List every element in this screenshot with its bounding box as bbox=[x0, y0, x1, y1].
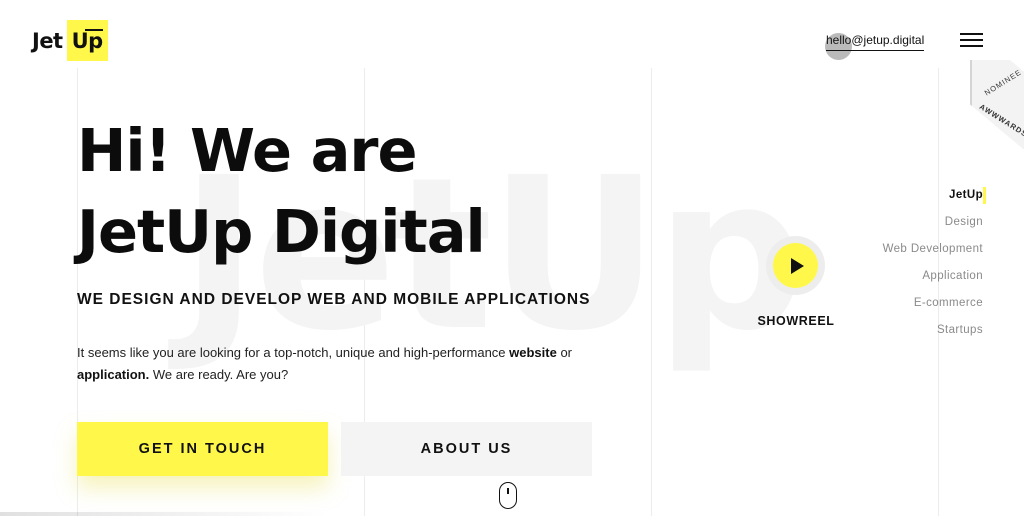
email-link[interactable]: hello@jetup.digital bbox=[826, 33, 925, 51]
about-us-button[interactable]: ABOUT US bbox=[341, 422, 592, 476]
intro-text-part: or bbox=[556, 345, 572, 360]
logo-text-jet: Jet bbox=[32, 28, 63, 53]
showreel-label[interactable]: SHOWREEL bbox=[756, 314, 836, 328]
side-nav-item-jetup[interactable]: JetUp bbox=[883, 186, 983, 213]
intro-bold-website: website bbox=[509, 345, 557, 360]
intro-bold-application: application. bbox=[77, 367, 150, 382]
side-nav-item-application[interactable]: Application bbox=[883, 267, 983, 294]
play-icon bbox=[791, 257, 804, 274]
active-nav-marker bbox=[983, 187, 986, 204]
hero-headline: Hi! We are JetUp Digital bbox=[77, 110, 637, 272]
side-nav-item-design[interactable]: Design bbox=[883, 213, 983, 240]
headline-line-2: JetUp Digital bbox=[77, 197, 486, 266]
side-nav-item-e-commerce[interactable]: E-commerce bbox=[883, 294, 983, 321]
mouse-scroll-icon[interactable] bbox=[499, 482, 517, 509]
logo[interactable]: Jet Up bbox=[32, 20, 108, 61]
bottom-shadow bbox=[0, 512, 330, 516]
side-nav-item-startups[interactable]: Startups bbox=[883, 321, 983, 348]
grid-line bbox=[651, 68, 652, 516]
section-side-nav: JetUp Design Web Development Application… bbox=[883, 186, 983, 348]
hamburger-menu-icon[interactable] bbox=[960, 33, 983, 47]
awwwards-nominee-badge[interactable]: NOMINEE AWWWARDS bbox=[960, 60, 1024, 155]
intro-text-part: We are ready. Are you? bbox=[149, 367, 289, 382]
play-button-circle bbox=[773, 243, 818, 288]
hero-subheadline: WE DESIGN AND DEVELOP WEB AND MOBILE APP… bbox=[77, 291, 591, 308]
headline-line-1: Hi! We are bbox=[77, 116, 418, 185]
hero-intro-text: It seems like you are looking for a top-… bbox=[77, 342, 597, 386]
side-nav-item-web-development[interactable]: Web Development bbox=[883, 240, 983, 267]
logo-text-up: Up bbox=[66, 20, 108, 61]
showreel-play-button[interactable] bbox=[766, 236, 825, 295]
intro-text-part: It seems like you are looking for a top-… bbox=[77, 345, 510, 360]
get-in-touch-button[interactable]: GET IN TOUCH bbox=[77, 422, 328, 476]
